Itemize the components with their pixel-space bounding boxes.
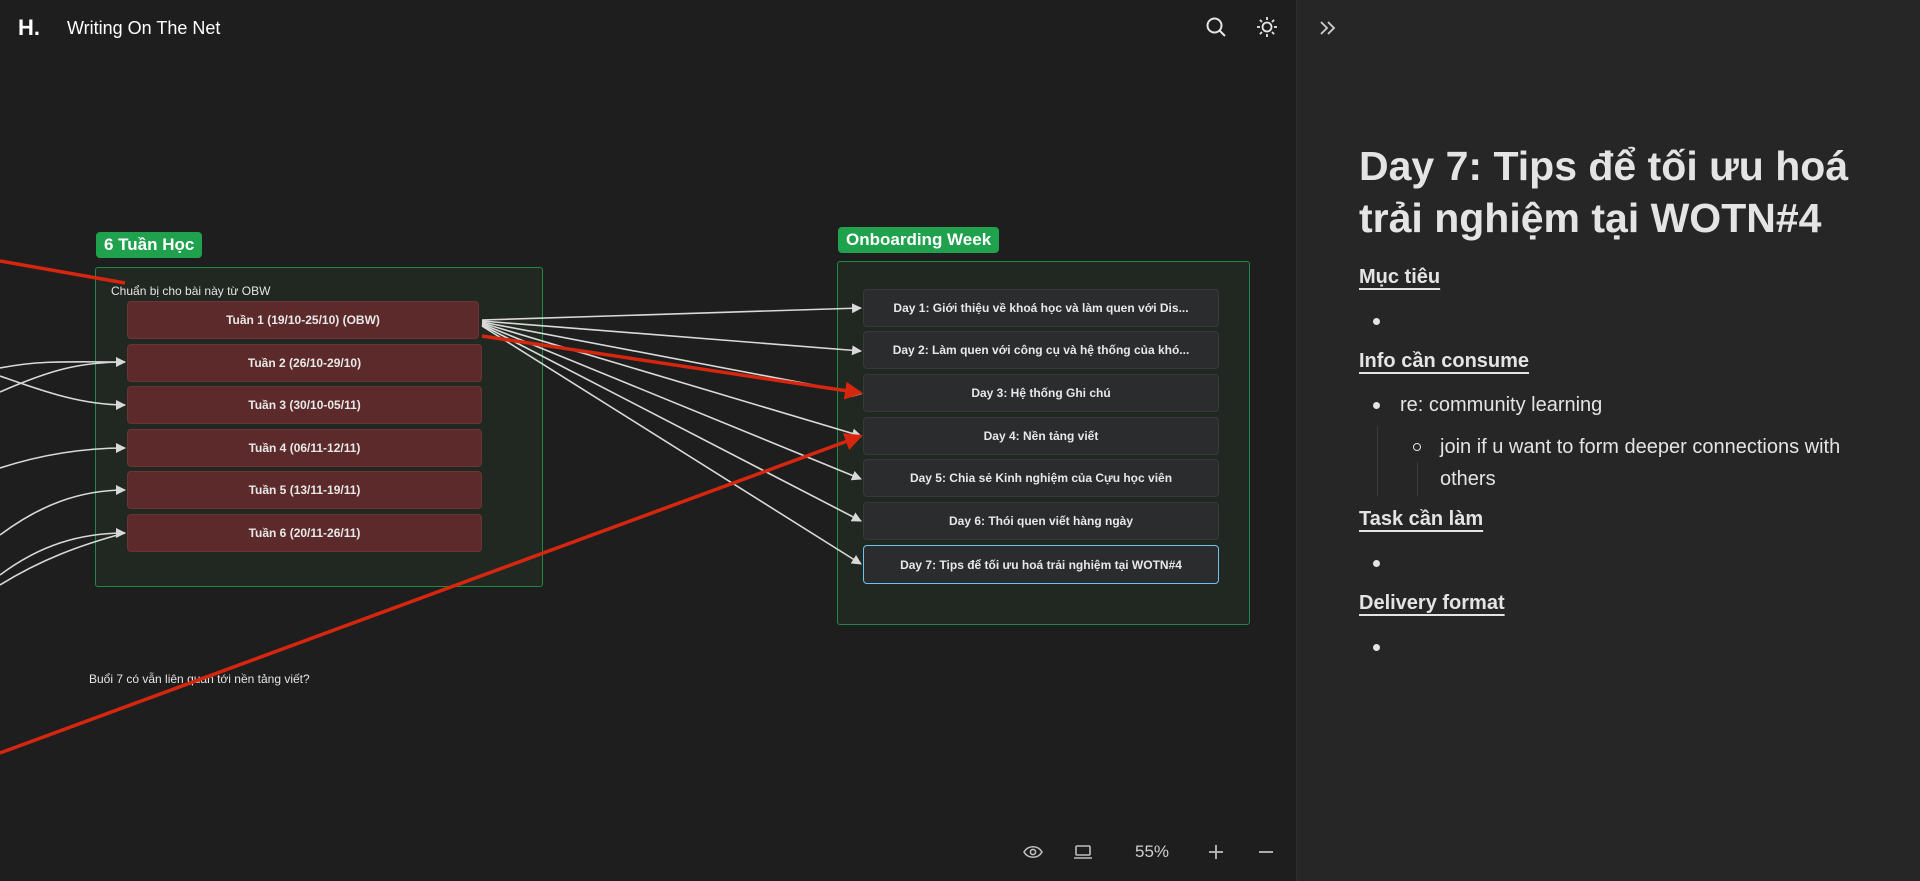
- list-bullet: [1373, 402, 1380, 409]
- sub-list-bullet: [1413, 443, 1421, 451]
- logo[interactable]: H.: [18, 15, 40, 41]
- note-panel: Day 7: Tips để tối ưu hoá trải nghiệm tạ…: [1297, 0, 1920, 881]
- eye-icon: [1023, 845, 1043, 859]
- search-icon: [1206, 17, 1226, 37]
- indent-guide-inner: [1417, 462, 1418, 496]
- day-node-4[interactable]: Day 4: Nền tảng viết: [863, 417, 1219, 455]
- day-node-6[interactable]: Day 6: Thói quen viết hàng ngày: [863, 502, 1219, 540]
- view-toggle-button[interactable]: [1020, 838, 1046, 866]
- search-button[interactable]: [1201, 12, 1231, 42]
- minus-icon: [1259, 851, 1273, 853]
- day-node-7[interactable]: Day 7: Tips để tối ưu hoá trải nghiệm tạ…: [863, 545, 1219, 584]
- indent-guide: [1377, 426, 1378, 496]
- empty-bullet: [1373, 644, 1380, 651]
- site-title[interactable]: Writing On The Net: [67, 18, 220, 39]
- week-node-6[interactable]: Tuần 6 (20/11-26/11): [127, 514, 482, 552]
- week-node-3[interactable]: Tuần 3 (30/10-05/11): [127, 386, 482, 424]
- week-node-5[interactable]: Tuần 5 (13/11-19/11): [127, 471, 482, 509]
- theme-toggle-button[interactable]: [1252, 12, 1282, 42]
- chevrons-right-icon: [1320, 21, 1336, 35]
- group-title-6-tuan-hoc[interactable]: 6 Tuần Học: [96, 232, 203, 258]
- empty-bullet: [1373, 560, 1380, 567]
- week-node-2[interactable]: Tuần 2 (26/10-29/10): [127, 344, 482, 382]
- week-node-1[interactable]: Tuần 1 (19/10-25/10) (OBW): [127, 301, 479, 339]
- empty-bullet: [1373, 318, 1380, 325]
- heading-info-can-consume: Info cần consume: [1359, 350, 1530, 372]
- heading-delivery-format: Delivery format: [1359, 592, 1505, 614]
- zoom-out-button[interactable]: [1253, 838, 1279, 866]
- group-title-onboarding-week[interactable]: Onboarding Week: [838, 227, 1000, 253]
- sun-icon: [1257, 17, 1277, 37]
- laptop-icon: [1074, 845, 1092, 859]
- fit-view-button[interactable]: [1070, 838, 1096, 866]
- zoom-in-button[interactable]: [1203, 838, 1229, 866]
- list-item-community-learning: re: community learning: [1400, 394, 1603, 416]
- note-title: Day 7: Tips để tối ưu hoá trải nghiệm tạ…: [1359, 143, 1849, 241]
- plus-icon: [1209, 845, 1223, 859]
- collapse-panel-button[interactable]: [1314, 14, 1342, 42]
- heading-task-can-lam: Task cần làm: [1359, 508, 1484, 530]
- sub-list-item: join if u want to form deeper connection…: [1440, 436, 1841, 490]
- group-note[interactable]: Chuẩn bị cho bài này từ OBW: [111, 284, 270, 298]
- day-node-3[interactable]: Day 3: Hệ thống Ghi chú: [863, 374, 1219, 412]
- canvas-area[interactable]: H. Writing On The Net 6 Tuần Học Chuẩn b…: [0, 0, 1296, 881]
- week-node-4[interactable]: Tuần 4 (06/11-12/11): [127, 429, 482, 467]
- heading-muc-tieu: Mục tiêu: [1359, 266, 1441, 288]
- zoom-level: 55%: [1134, 842, 1170, 861]
- bottom-note[interactable]: Buổi 7 có vẫn liên quan tới nền tảng viế…: [89, 672, 310, 686]
- day-node-5[interactable]: Day 5: Chia sẻ Kinh nghiệm của Cựu học v…: [863, 459, 1219, 497]
- day-node-1[interactable]: Day 1: Giới thiệu về khoá học và làm que…: [863, 289, 1219, 327]
- day-node-2[interactable]: Day 2: Làm quen với công cụ và hệ thống …: [863, 331, 1219, 369]
